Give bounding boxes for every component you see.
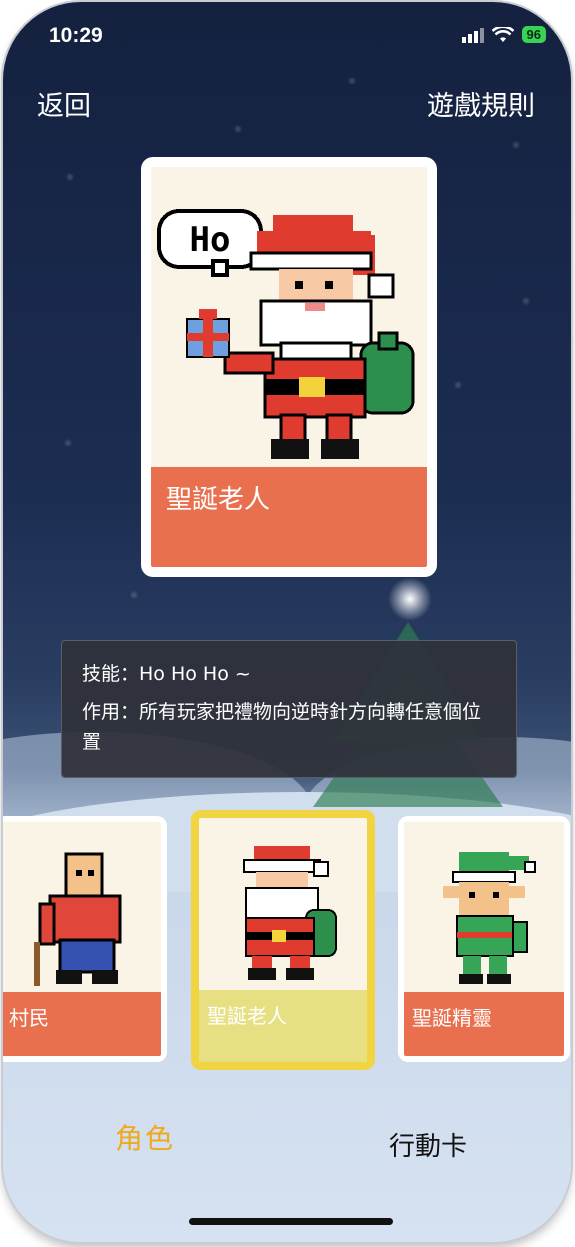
star-decoration: [131, 592, 137, 598]
character-name-bar: 聖誕老人: [199, 990, 367, 1062]
star-decoration: [235, 126, 241, 132]
character-name-bar: 聖誕精靈: [404, 992, 564, 1056]
effect-text: 作用：所有玩家把禮物向逆時針方向轉任意個位置: [82, 701, 482, 753]
character-card-santa-selected[interactable]: 聖誕老人: [191, 810, 375, 1070]
home-indicator[interactable]: [189, 1218, 393, 1225]
featured-card-inner: Ho 聖誕老人: [151, 167, 427, 567]
skill-tooltip: 技能：Ho Ho Ho ~ 作用：所有玩家把禮物向逆時針方向轉任意個位置: [61, 640, 517, 778]
star-decoration: [65, 440, 71, 446]
star-decoration: [523, 298, 529, 304]
game-rules-button[interactable]: 遊戲規則: [427, 84, 535, 123]
villager-icon: [34, 852, 122, 986]
character-name: 聖誕老人: [207, 1004, 287, 1028]
wifi-icon: [491, 26, 514, 42]
character-card-inner: 聖誕精靈: [404, 822, 564, 1056]
character-card-villager[interactable]: 村民: [3, 816, 167, 1062]
back-button[interactable]: 返回: [37, 84, 91, 123]
featured-character-card[interactable]: Ho 聖誕老人: [141, 157, 437, 577]
status-time: 10:29: [49, 24, 103, 47]
status-icons: 96: [461, 26, 546, 43]
star-decoration: [67, 174, 73, 180]
star-decoration: [513, 142, 519, 148]
character-name: 聖誕精靈: [412, 1006, 492, 1030]
character-name-bar: 村民: [3, 992, 161, 1056]
featured-card-name-bar: 聖誕老人: [151, 467, 427, 567]
tab-action-cards[interactable]: 行動卡: [389, 1126, 467, 1163]
battery-icon: 96: [521, 26, 546, 43]
santa-icon: [243, 846, 337, 980]
santa-pixel-art: Ho: [157, 209, 415, 459]
character-card-inner: 村民: [3, 822, 161, 1056]
tab-roles[interactable]: 角色: [115, 1117, 175, 1157]
elf-icon: [443, 852, 536, 984]
speech-bubble-text: Ho: [190, 220, 231, 260]
skill-text: 技能：Ho Ho Ho ~: [82, 663, 251, 685]
character-card-elf[interactable]: 聖誕精靈: [398, 816, 570, 1062]
star-decoration: [455, 382, 461, 388]
phone-screen: 10:29 96 返回 遊戲規則 Ho 聖誕老人 技能：Ho Ho Ho ~ 作…: [3, 2, 571, 1242]
status-bar: 10:29 96: [3, 2, 571, 72]
top-navigation: 返回 遊戲規則: [37, 84, 535, 124]
character-name: 村民: [9, 1006, 49, 1030]
character-card-inner: 聖誕老人: [199, 818, 367, 1062]
bottom-tab-bar: 角色 行動卡: [3, 1112, 571, 1172]
signal-icon: [461, 27, 484, 43]
featured-character-name: 聖誕老人: [166, 485, 271, 515]
